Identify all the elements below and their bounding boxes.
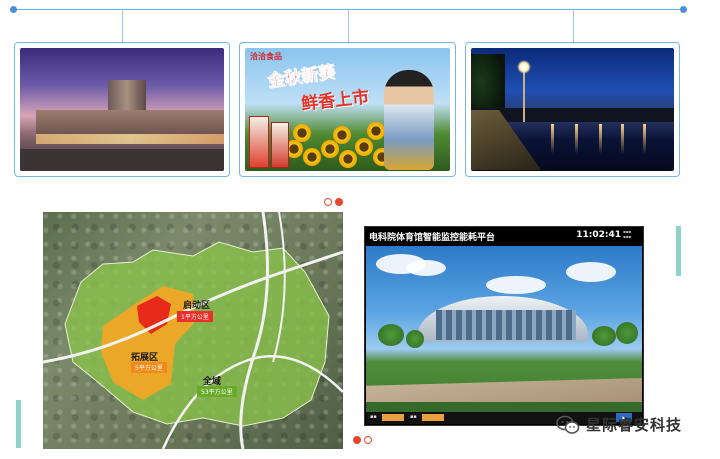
pager-dot-3-active[interactable] xyxy=(353,436,361,444)
side-accent-right xyxy=(676,226,681,276)
monitor-panel: 电科院体育馆智能监控能耗平台 11:02:41 ▪▪▪ ▪▪▪ ▪▪ ▪▪ ▶ xyxy=(364,226,644,426)
ad-slogan-line2: 鲜香上市 xyxy=(300,87,371,115)
zone-expand-area: 5平方公里 xyxy=(131,362,167,373)
gallery-card-mall[interactable] xyxy=(14,42,230,177)
timeline-line xyxy=(14,9,684,10)
wechat-watermark: 星际睿安科技 xyxy=(556,414,682,435)
wechat-icon xyxy=(556,415,580,435)
timeline-start-dot xyxy=(10,6,17,13)
monitor-title: 电科院体育馆智能监控能耗平台 xyxy=(369,233,496,243)
mall-photo xyxy=(20,48,224,171)
stadium-photo xyxy=(366,246,642,412)
watermark-text: 星际睿安科技 xyxy=(586,416,683,434)
ad-brand: 洽洽食品 xyxy=(250,52,282,61)
pager-dot-4[interactable] xyxy=(364,436,372,444)
timeline-drop-3 xyxy=(573,10,574,42)
timeline-drop-2 xyxy=(348,10,349,42)
night-lake-photo xyxy=(471,48,674,171)
planning-map: 启动区 1平方公里 拓展区 5平方公里 全域 53平方公里 xyxy=(43,212,343,449)
pager-dot-2-active[interactable] xyxy=(335,198,343,206)
zone-all-area: 53平方公里 xyxy=(197,386,237,397)
gallery-card-lake[interactable] xyxy=(465,42,680,177)
timeline-end-dot xyxy=(680,6,687,13)
monitor-clock: 11:02:41 xyxy=(576,230,621,240)
zone-start-area: 1平方公里 xyxy=(177,311,213,322)
timeline-drop-1 xyxy=(122,10,123,42)
zone-start-label: 启动区 xyxy=(183,301,211,311)
side-accent-left xyxy=(16,400,21,448)
page: 洽洽食品 金秋新葵 鲜香上市 启动区 1平方公里 拓展区 5平方公里 全域 53… xyxy=(0,0,720,459)
sunflower-ad-photo: 洽洽食品 金秋新葵 鲜香上市 xyxy=(245,48,450,171)
pager-dot-1[interactable] xyxy=(324,198,332,206)
gallery-card-ad[interactable]: 洽洽食品 金秋新葵 鲜香上市 xyxy=(239,42,456,177)
spokesperson-figure xyxy=(384,70,434,170)
monitor-date-block: ▪▪▪ ▪▪▪ xyxy=(623,229,632,239)
